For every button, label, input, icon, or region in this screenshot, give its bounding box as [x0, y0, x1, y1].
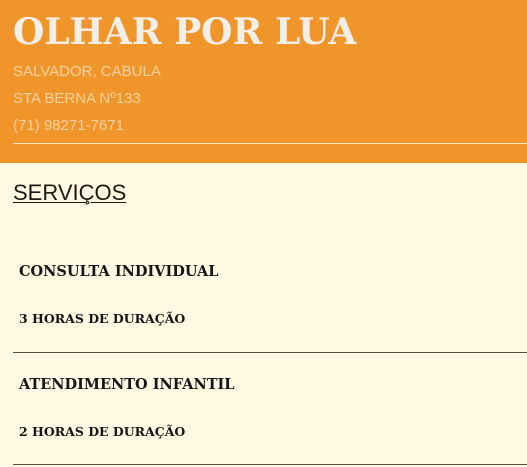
services-section-title: SERVIÇOS — [13, 180, 127, 205]
site-title: OLHAR POR LUA — [13, 11, 357, 53]
phone-number-text: (71) 98271-7671 — [13, 117, 124, 134]
service-name: ATENDIMENTO INFANTIL — [19, 376, 235, 393]
service-divider — [13, 464, 527, 465]
site-header: OLHAR POR LUA SALVADOR, CABULA STA BERNA… — [0, 0, 527, 163]
service-name: CONSULTA INDIVIDUAL — [19, 263, 219, 280]
header-divider — [13, 143, 527, 144]
service-duration: 3 HORAS DE DURAÇÃO — [19, 311, 186, 326]
service-divider — [13, 352, 527, 353]
street-address-text: STA BERNA Nº133 — [13, 90, 141, 107]
location-text: SALVADOR, CABULA — [13, 63, 161, 80]
service-duration: 2 HORAS DE DURAÇÃO — [19, 424, 186, 439]
